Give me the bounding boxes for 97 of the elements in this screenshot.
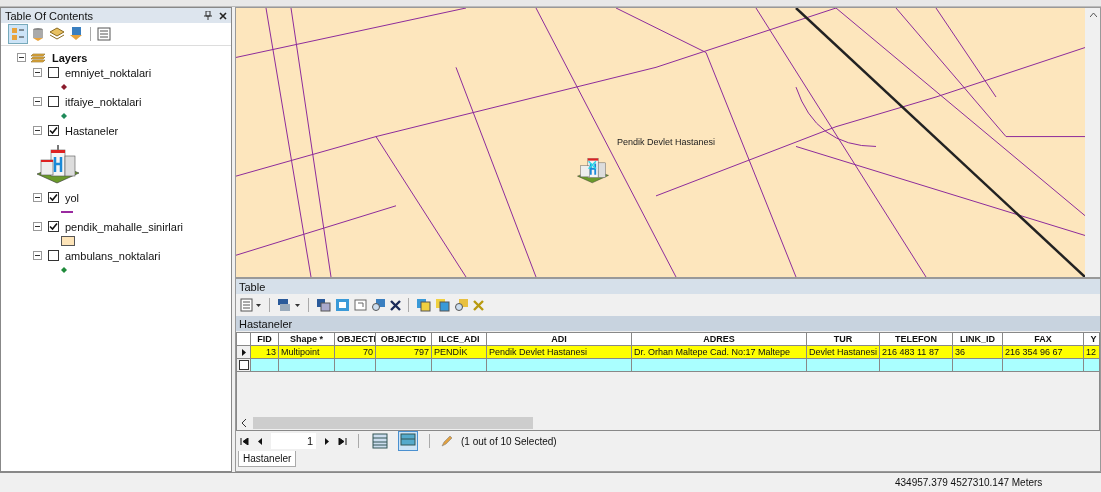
layer-checkbox[interactable] [48,221,59,232]
related-tables-icon[interactable] [277,298,301,312]
collapse-icon[interactable] [33,251,42,260]
previous-record-icon[interactable] [257,437,263,445]
table-window-title: Table [239,280,266,293]
layer-checkbox[interactable] [48,96,59,107]
layer-name[interactable]: itfaiye_noktalari [65,95,142,108]
layer-name[interactable]: pendik_mahalle_sinirlari [65,220,183,233]
collapse-icon[interactable] [33,68,42,77]
table-cell: 13 [251,346,279,359]
selection-icon[interactable] [68,26,84,42]
list-by-drawing-order-icon[interactable] [9,25,27,43]
table-cell: 70 [335,346,376,359]
layer-name[interactable]: ambulans_noktalari [65,249,161,262]
table-cell[interactable] [251,359,279,372]
table-options-icon[interactable] [240,298,262,312]
column-header[interactable]: ADRES [632,333,807,346]
layer-group-label[interactable]: Layers [52,51,88,64]
table-cell: 36 [953,346,1003,359]
collapse-icon[interactable] [33,222,42,231]
table-cell[interactable] [1003,359,1084,372]
table-cell[interactable] [880,359,953,372]
map-feature-label: Pendik Devlet Hastanesi [617,137,716,147]
layer-checkbox[interactable] [48,125,59,136]
show-all-records-icon[interactable] [370,431,390,451]
table-cell[interactable] [487,359,632,372]
first-record-icon[interactable] [240,437,249,445]
column-header[interactable]: Y [1084,333,1099,346]
pin-icon[interactable] [204,11,212,20]
column-header[interactable]: LINK_ID [953,333,1003,346]
close-icon[interactable] [219,11,227,20]
table-layer-name: Hastaneler [239,317,293,330]
collapse-icon[interactable] [33,97,42,106]
table-cell: PENDİK [432,346,487,359]
show-selected-records-icon[interactable] [398,431,418,451]
hospital-icon [35,142,81,184]
pencil-icon [441,435,453,447]
row-header-cell[interactable] [237,359,251,372]
select-by-attributes-icon[interactable] [316,298,331,312]
layers-icon[interactable] [49,26,65,42]
layer-checkbox[interactable] [48,67,59,78]
layer-name[interactable]: Hastaneler [65,124,119,137]
layer-name[interactable]: yol [65,191,80,204]
column-header[interactable]: FID [251,333,279,346]
clear-selection-icon[interactable] [354,299,367,311]
table-cell[interactable] [953,359,1003,372]
scroll-left-icon[interactable] [241,419,247,427]
table-cell: 797 [376,346,432,359]
panel-title-text: Table Of Contents [5,9,94,22]
delete-icon[interactable] [390,299,401,311]
zoom-to-selected-icon[interactable] [454,298,469,312]
record-number-field[interactable]: 1 [271,433,316,449]
collapse-icon[interactable] [17,53,26,62]
options-icon[interactable] [97,27,111,41]
scroll-up-icon[interactable] [1089,12,1097,17]
column-header[interactable]: ADI [487,333,632,346]
table-tab[interactable]: Hastaneler [238,451,297,467]
table-cell: Pendik Devlet Hastanesi [487,346,632,359]
table-cell: 216 483 11 87 [880,346,953,359]
column-header[interactable]: OBJECTID [376,333,432,346]
layer-checkbox[interactable] [48,250,59,261]
table-cell[interactable] [279,359,335,372]
table-cell: Dr. Orhan Maltepe Cad. No:17 Maltepe [632,346,807,359]
next-record-icon[interactable] [324,437,330,445]
zoom-to-selected-icon[interactable] [371,298,386,312]
new-record-icon [238,360,249,370]
table-cell: 216 354 96 67 [1003,346,1084,359]
copy-selected-icon[interactable] [416,298,431,312]
column-header[interactable]: OBJECTI [335,333,376,346]
table-cell: Multipoint [279,346,335,359]
selection-count: (1 out of 10 Selected) [461,435,557,447]
layer-name[interactable]: emniyet_noktalari [65,66,152,79]
layer-checkbox[interactable] [48,192,59,203]
layers-icon [31,51,47,64]
table-cell: 12 [1084,346,1099,359]
column-header[interactable]: TELEFON [880,333,953,346]
row-header-cell[interactable] [237,346,251,359]
table-cell[interactable] [1084,359,1099,372]
switch-selection-icon[interactable] [335,298,350,312]
coordinates-display: 434957.379 4527310.147 Meters [895,477,1043,488]
table-cell[interactable] [807,359,880,372]
table-cell[interactable] [376,359,432,372]
collapse-icon[interactable] [33,193,42,202]
table-cell: Devlet Hastanesi [807,346,880,359]
collapse-icon[interactable] [33,126,42,135]
table-cell[interactable] [632,359,807,372]
column-header[interactable]: FAX [1003,333,1084,346]
column-header[interactable]: ILCE_ADI [432,333,487,346]
paste-selected-icon[interactable] [435,298,450,312]
last-record-icon[interactable] [338,437,347,445]
column-header[interactable]: Shape * [279,333,335,346]
table-cell[interactable] [335,359,376,372]
current-row-icon [241,348,246,356]
database-icon[interactable] [30,26,46,42]
column-header[interactable]: TUR [807,333,880,346]
table-row[interactable]: 13 Multipoint 70 797 PENDİK Pendik Devlet Hastanesi Dr. Orhan Maltepe Cad. No:17 Maltepe Devlet Hastanesi 216 483 11 87 36 216 354 96 67 12 [237,346,1099,359]
table-cell[interactable] [432,359,487,372]
